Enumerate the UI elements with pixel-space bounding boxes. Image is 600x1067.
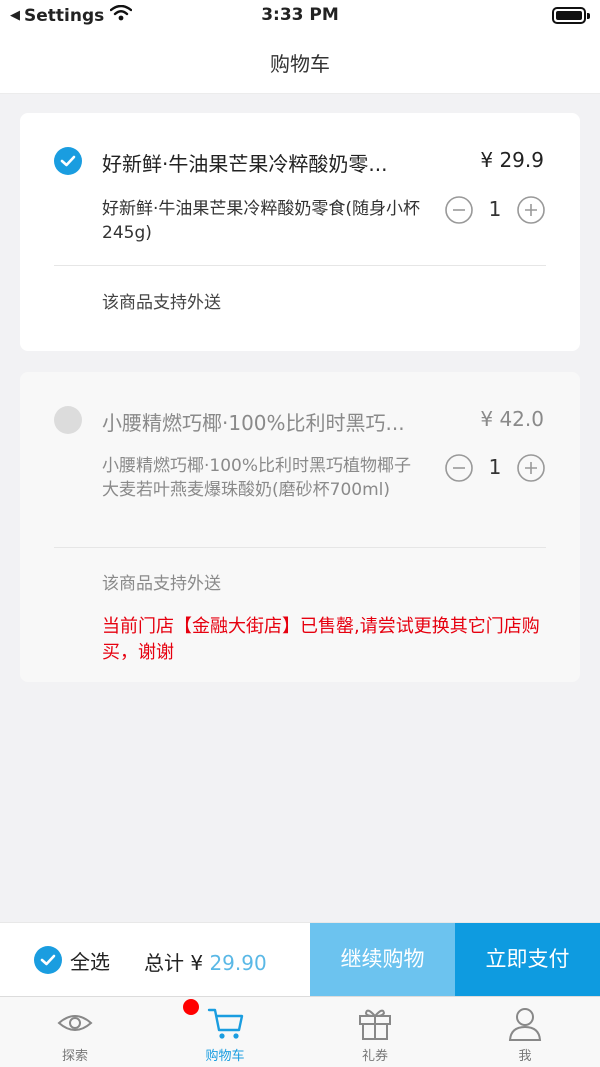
page-title: 购物车	[270, 52, 330, 76]
decrease-button[interactable]	[444, 453, 474, 483]
tab-label: 购物车	[205, 1049, 245, 1064]
select-all-toggle[interactable]: 全选	[34, 946, 110, 974]
tab-coupons[interactable]: 礼券	[300, 997, 450, 1067]
item-checkbox[interactable]	[54, 147, 82, 175]
minus-icon	[445, 454, 473, 482]
quantity-stepper: 1	[444, 453, 546, 483]
sold-out-notice: 当前门店【金融大街店】已售罄,请尝试更换其它门店购买，谢谢	[102, 616, 540, 663]
status-time: 3:33 PM	[261, 5, 339, 25]
tab-explore[interactable]: 探索	[0, 997, 150, 1067]
product-price: ¥ 29.9	[480, 148, 544, 172]
cart-icon	[205, 1005, 245, 1041]
divider	[54, 547, 546, 548]
quantity-stepper: 1	[444, 195, 546, 225]
tab-label: 礼券	[361, 1049, 388, 1064]
product-description: 好新鲜·牛油果芒果冷粹酸奶零食(随身小杯 245g)	[102, 199, 421, 243]
nav-bar: 购物车	[0, 32, 600, 94]
plus-icon	[517, 196, 545, 224]
select-all-checkbox[interactable]	[34, 946, 62, 974]
product-price: ¥ 42.0	[480, 407, 544, 431]
checkout-bar: 全选 总计 ¥ 29.90 继续购物 立即支付	[0, 922, 600, 997]
select-all-label: 全选	[70, 949, 110, 974]
cart-badge	[183, 999, 199, 1015]
cart-item: 好新鲜·牛油果芒果冷粹酸奶零... ¥ 29.9 好新鲜·牛油果芒果冷粹酸奶零食…	[20, 113, 580, 351]
divider	[54, 265, 546, 266]
minus-icon	[445, 196, 473, 224]
item-checkbox[interactable]	[54, 406, 82, 434]
quantity-value: 1	[488, 455, 502, 479]
continue-shopping-button[interactable]: 继续购物	[310, 923, 455, 997]
quantity-value: 1	[488, 197, 502, 221]
tab-bar: 探索 购物车 礼券 我	[0, 996, 600, 1067]
total-amount: 29.90	[209, 951, 267, 975]
product-description: 小腰精燃巧椰·100%比利时黑巧植物椰子大麦若叶燕麦爆珠酸奶(磨砂杯700ml)	[102, 456, 412, 500]
eye-icon	[55, 1005, 95, 1041]
increase-button[interactable]	[516, 195, 546, 225]
delivery-note: 该商品支持外送	[102, 574, 221, 594]
plus-icon	[517, 454, 545, 482]
total-label: 总计 ¥	[144, 951, 210, 975]
tab-cart[interactable]: 购物车	[150, 997, 300, 1067]
delivery-note: 该商品支持外送	[102, 293, 221, 313]
person-icon	[505, 1005, 545, 1041]
tab-label: 探索	[61, 1049, 88, 1064]
pay-now-button[interactable]: 立即支付	[455, 923, 600, 997]
tab-me[interactable]: 我	[450, 997, 600, 1067]
increase-button[interactable]	[516, 453, 546, 483]
tab-label: 我	[518, 1049, 532, 1064]
total-price: 总计 ¥ 29.90	[144, 947, 267, 976]
battery-icon	[552, 7, 590, 24]
product-title: 好新鲜·牛油果芒果冷粹酸奶零...	[102, 152, 388, 176]
product-title: 小腰精燃巧椰·100%比利时黑巧...	[102, 411, 405, 435]
status-bar: ◀ Settings 3:33 PM	[0, 0, 600, 32]
gift-icon	[355, 1005, 395, 1041]
decrease-button[interactable]	[444, 195, 474, 225]
cart-item: 小腰精燃巧椰·100%比利时黑巧... ¥ 42.0 小腰精燃巧椰·100%比利…	[20, 372, 580, 682]
